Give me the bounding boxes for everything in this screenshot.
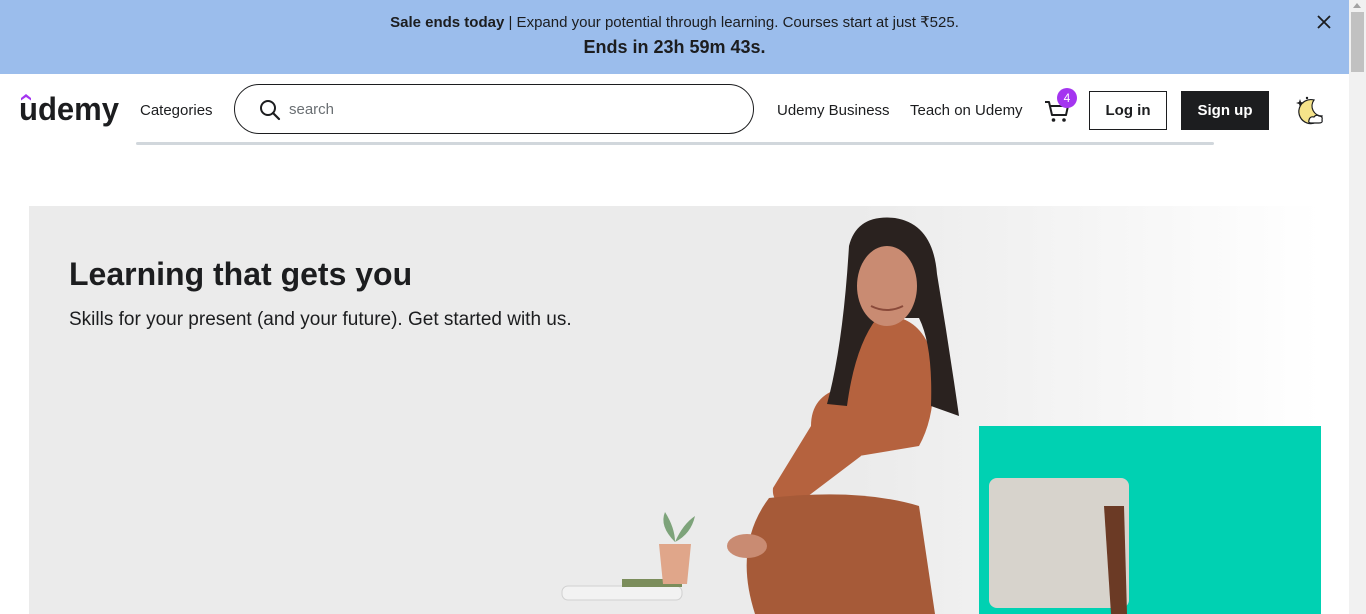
teach-on-udemy-link[interactable]: Teach on Udemy (910, 102, 1023, 119)
hero-banner: Learning that gets you Skills for your p… (29, 206, 1321, 614)
banner-sale-detail: | Expand your potential through learning… (504, 14, 959, 31)
promo-banner: Sale ends today | Expand your potential … (0, 0, 1349, 74)
plant-leaves (663, 512, 695, 542)
person-legs (746, 494, 935, 614)
cart-count-badge: 4 (1057, 88, 1077, 108)
person-face (857, 246, 917, 326)
night-mode-icon[interactable] (1292, 94, 1326, 128)
search-input[interactable] (289, 98, 729, 120)
close-icon[interactable] (1314, 12, 1334, 32)
page-scrollbar[interactable] (1349, 0, 1366, 614)
log-in-button[interactable]: Log in (1089, 91, 1167, 130)
banner-countdown: Ends in 23h 59m 43s. (583, 37, 766, 57)
search-bar[interactable] (234, 84, 754, 134)
hero-illustration (561, 206, 1321, 614)
plant-pot (659, 544, 691, 584)
banner-sale-text: Sale ends today | Expand your potential … (0, 13, 1349, 31)
hero-subtitle: Skills for your present (and your future… (69, 309, 572, 330)
scroll-up-arrow-icon[interactable] (1353, 3, 1361, 8)
person-hands (727, 534, 767, 558)
site-header: udemy Categories Udemy Business Teach on… (0, 74, 1349, 146)
udemy-logo[interactable]: udemy (20, 88, 120, 130)
side-table (561, 585, 683, 601)
sign-up-button[interactable]: Sign up (1181, 91, 1269, 130)
header-divider (136, 142, 1214, 145)
hero-title: Learning that gets you (69, 256, 413, 292)
scrollbar-thumb[interactable] (1351, 12, 1364, 72)
categories-menu[interactable]: Categories (140, 102, 213, 119)
logo-text: udemy (20, 91, 119, 127)
udemy-business-link[interactable]: Udemy Business (777, 102, 890, 119)
search-icon[interactable] (259, 99, 281, 121)
banner-sale-bold: Sale ends today (390, 14, 505, 31)
